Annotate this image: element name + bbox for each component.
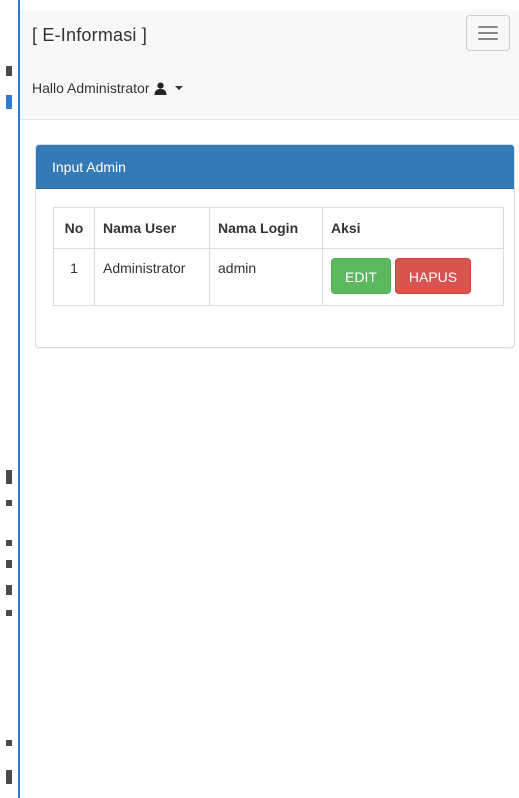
caret-down-icon xyxy=(174,86,183,90)
column-header-nama-login: Nama Login xyxy=(209,207,323,249)
navbar-toggle-button[interactable] xyxy=(466,15,510,51)
cell-no: 1 xyxy=(53,248,95,306)
user-dropdown[interactable]: Hallo Administrator xyxy=(32,80,183,96)
hamburger-icon xyxy=(478,32,498,34)
background-fragment xyxy=(6,540,12,546)
background-fragment xyxy=(6,560,12,568)
user-greeting: Hallo Administrator xyxy=(32,80,150,96)
hamburger-icon xyxy=(478,26,498,28)
background-fragment xyxy=(6,585,12,595)
cell-nama-user: Administrator xyxy=(94,248,210,306)
column-header-no: No xyxy=(53,207,95,249)
table-row: 1 Administrator admin EDIT HAPUS xyxy=(53,248,504,306)
column-header-aksi: Aksi xyxy=(322,207,504,249)
brand-title[interactable]: [ E-Informasi ] xyxy=(32,25,147,46)
cell-nama-login: admin xyxy=(209,248,323,306)
input-admin-panel: Input Admin No Nama User Nama Login Aksi… xyxy=(35,144,515,348)
column-header-nama-user: Nama User xyxy=(94,207,210,249)
background-fragment xyxy=(6,770,12,784)
background-fragment xyxy=(6,740,12,746)
background-fragment xyxy=(6,95,12,109)
panel-title: Input Admin xyxy=(36,145,514,189)
background-fragment xyxy=(6,470,12,484)
hamburger-icon xyxy=(478,38,498,40)
user-icon xyxy=(154,82,167,95)
background-window-edge xyxy=(0,0,20,798)
background-fragment xyxy=(6,500,12,506)
top-navbar: [ E-Informasi ] Hallo Administrator xyxy=(20,10,519,120)
admin-table: No Nama User Nama Login Aksi 1 Administr… xyxy=(53,207,504,306)
edit-button[interactable]: EDIT xyxy=(331,258,391,294)
hapus-button[interactable]: HAPUS xyxy=(394,258,472,294)
cell-aksi: EDIT HAPUS xyxy=(322,248,504,306)
background-fragment xyxy=(6,610,12,616)
background-fragment xyxy=(6,66,12,76)
table-header-row: No Nama User Nama Login Aksi xyxy=(53,207,504,249)
